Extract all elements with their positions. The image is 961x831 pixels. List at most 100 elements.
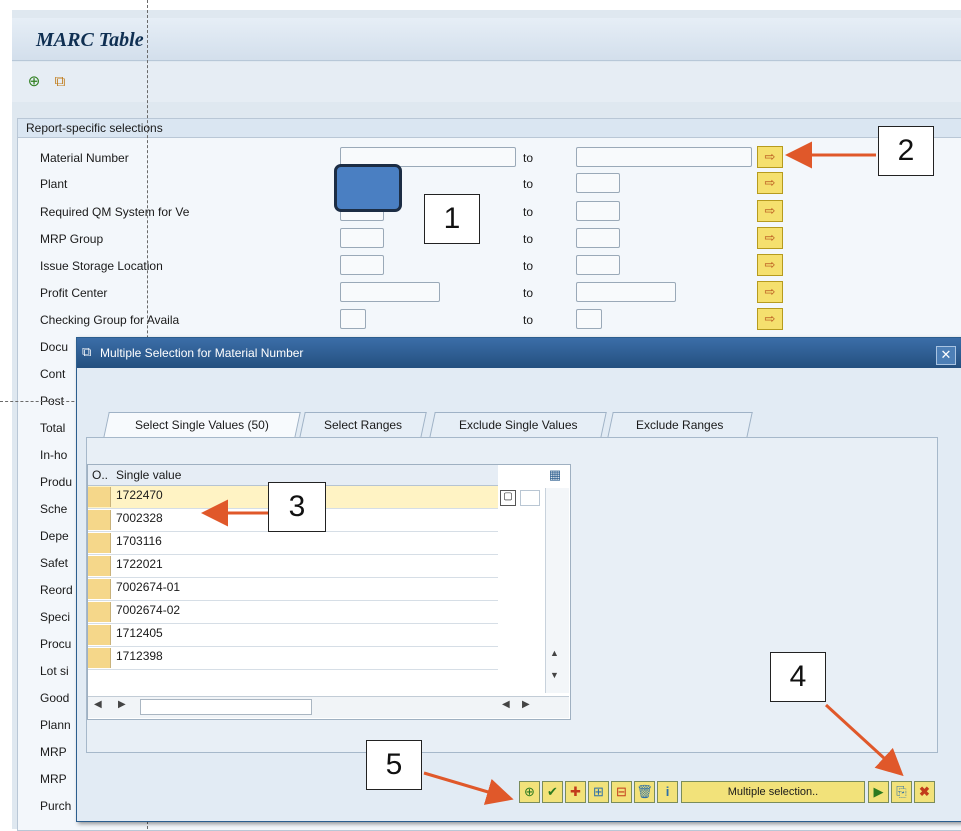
- tab-select-single-values[interactable]: Select Single Values (50): [103, 412, 301, 438]
- field-label-truncated: Lot si: [40, 664, 69, 678]
- check-icon[interactable]: ✔: [542, 781, 563, 803]
- row-selector[interactable]: [88, 625, 111, 645]
- row-selector[interactable]: [88, 602, 111, 622]
- callout-3: 3: [268, 482, 326, 532]
- mrp-group-to-input[interactable]: [576, 228, 620, 248]
- table-row[interactable]: 1722021: [88, 555, 498, 578]
- field-label-plant: Plant: [40, 177, 68, 191]
- scroll-right-icon[interactable]: ▶: [522, 699, 530, 710]
- single-value-cell[interactable]: 1703116: [116, 534, 162, 548]
- single-value-cell[interactable]: 1722021: [116, 557, 163, 571]
- delete-row-icon[interactable]: ⊟: [611, 781, 632, 803]
- scroll-right-icon[interactable]: ▶: [118, 699, 126, 710]
- tab-exclude-single-values[interactable]: Exclude Single Values: [429, 412, 607, 438]
- to-label: to: [523, 151, 534, 165]
- column-settings-icon[interactable]: ▦: [545, 467, 565, 485]
- close-icon[interactable]: ✕: [936, 346, 956, 365]
- table-row[interactable]: 7002674-02: [88, 601, 498, 624]
- field-label-mrp-group: MRP Group: [40, 232, 104, 246]
- to-label: to: [523, 259, 534, 273]
- table-row[interactable]: 1703116: [88, 532, 498, 555]
- info-icon[interactable]: i: [657, 781, 678, 803]
- to-label: to: [523, 286, 534, 300]
- callout-5: 5: [366, 740, 422, 790]
- row-selector[interactable]: [88, 556, 111, 576]
- to-label: to: [523, 177, 534, 191]
- material-number-to-input[interactable]: [576, 147, 752, 167]
- row-selector[interactable]: [88, 510, 111, 530]
- table-row[interactable]: 1712405: [88, 624, 498, 647]
- single-value-cell[interactable]: 7002328: [116, 511, 163, 525]
- application-toolbar: [12, 62, 961, 102]
- multiple-selection-button-material-number[interactable]: ⇨: [757, 146, 783, 168]
- mrp-group-from-input[interactable]: [340, 228, 384, 248]
- callout-1: 1: [424, 194, 480, 244]
- side-checkbox[interactable]: [520, 490, 540, 506]
- checking-group-from-input[interactable]: [340, 309, 366, 329]
- scroll-left-icon[interactable]: ◀: [502, 699, 510, 710]
- field-label-truncated: Plann: [40, 718, 71, 732]
- checking-group-to-input[interactable]: [576, 309, 602, 329]
- field-label-truncated: Sche: [40, 502, 68, 516]
- section-title: Report-specific selections: [26, 121, 163, 135]
- horizontal-scroll-thumb[interactable]: [140, 699, 312, 715]
- row-selector[interactable]: [88, 487, 111, 507]
- single-value-cell[interactable]: 1722470: [116, 488, 163, 502]
- multiple-selection-button-profit-center[interactable]: ⇨: [757, 281, 783, 303]
- qm-system-to-input[interactable]: [576, 201, 620, 221]
- cancel-icon[interactable]: ✖: [914, 781, 935, 803]
- single-value-cell[interactable]: 7002674-02: [116, 603, 180, 617]
- field-label-truncated: Purch: [40, 799, 72, 813]
- field-label-truncated: In-ho: [40, 448, 68, 462]
- multiple-selection-button[interactable]: Multiple selection..: [681, 781, 865, 803]
- field-label-issue-storage-location: Issue Storage Location: [40, 259, 163, 273]
- multiple-selection-button-mrp-group[interactable]: ⇨: [757, 227, 783, 249]
- field-label-truncated: Safet: [40, 556, 69, 570]
- table-row[interactable]: 7002674-01: [88, 578, 498, 601]
- single-value-cell[interactable]: 1712405: [116, 626, 163, 640]
- single-value-cell[interactable]: 7002674-01: [116, 580, 180, 594]
- profit-center-to-input[interactable]: [576, 282, 676, 302]
- callout-2: 2: [878, 126, 934, 176]
- row-selector[interactable]: [88, 648, 111, 668]
- scroll-up-icon[interactable]: ▲: [550, 648, 559, 658]
- insert-line-icon[interactable]: ✚: [565, 781, 586, 803]
- scroll-down-icon[interactable]: ▼: [550, 670, 559, 680]
- multiple-selection-button-qm-system[interactable]: ⇨: [757, 200, 783, 222]
- dialog-title: Multiple Selection for Material Number: [100, 346, 304, 360]
- plant-to-input[interactable]: [576, 173, 620, 193]
- multiple-selection-button-plant[interactable]: ⇨: [757, 172, 783, 194]
- upload-clipboard-icon[interactable]: ⎘: [891, 781, 912, 803]
- to-label: to: [523, 313, 534, 327]
- field-label-truncated: Total: [40, 421, 66, 435]
- field-label-truncated: Produ: [40, 475, 73, 489]
- value-help-icon[interactable]: ▢: [500, 490, 516, 506]
- storage-location-to-input[interactable]: [576, 255, 620, 275]
- profit-center-from-input[interactable]: [340, 282, 440, 302]
- field-label-truncated: Good: [40, 691, 70, 705]
- delete-all-icon[interactable]: 🗑: [634, 781, 655, 803]
- multiple-selection-button-checking-group[interactable]: ⇨: [757, 308, 783, 330]
- row-selector[interactable]: [88, 579, 111, 599]
- field-label-profit-center: Profit Center: [40, 286, 108, 300]
- grid-vertical-scrollbar[interactable]: [545, 488, 569, 693]
- storage-location-from-input[interactable]: [340, 255, 384, 275]
- execute-icon[interactable]: ⊕: [519, 781, 540, 803]
- field-label-truncated: Docu: [40, 340, 69, 354]
- single-value-cell[interactable]: 1712398: [116, 649, 163, 663]
- insert-row-icon[interactable]: ⊞: [588, 781, 609, 803]
- multiple-selection-button-storage-location[interactable]: ⇨: [757, 254, 783, 276]
- execute-icon[interactable]: ⊕: [24, 72, 44, 92]
- scroll-left-icon[interactable]: ◀: [94, 699, 102, 710]
- tab-exclude-ranges[interactable]: Exclude Ranges: [607, 412, 753, 438]
- field-label-checking-group: Checking Group for Availa: [40, 313, 180, 327]
- table-row[interactable]: 1712398: [88, 647, 498, 670]
- tab-select-ranges[interactable]: Select Ranges: [299, 412, 427, 438]
- column-header-single-value[interactable]: Single value: [116, 468, 181, 482]
- field-label-truncated: Reord: [40, 583, 73, 597]
- column-header-option[interactable]: O..: [92, 468, 108, 482]
- import-icon[interactable]: ▶: [868, 781, 889, 803]
- get-variant-icon[interactable]: ⧉: [50, 72, 70, 92]
- row-selector[interactable]: [88, 533, 111, 553]
- callout-4: 4: [770, 652, 826, 702]
